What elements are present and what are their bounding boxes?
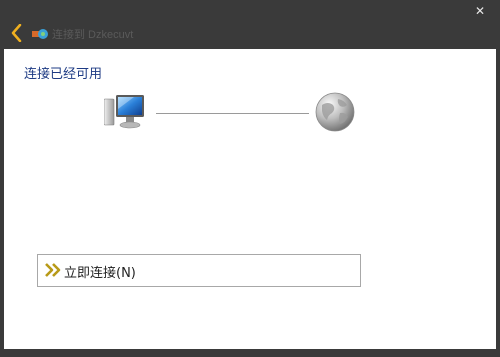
title-bar: 连接到 Dzkecuvt [0,22,500,46]
window-title: 连接到 Dzkecuvt [52,29,134,41]
bottom-bar [0,349,500,357]
connection-available-heading: 连接已经可用 [24,67,103,82]
back-button[interactable] [6,22,26,44]
connect-dialog-window: ✕ 连接到 Dzkecuvt 连接已经可用 立即连接(N) [0,0,500,357]
close-button[interactable]: ✕ [460,0,500,22]
connect-now-label: 立即连接(N) [64,266,136,281]
close-icon: ✕ [474,4,486,18]
double-chevron-icon [45,263,61,277]
network-icon [32,29,48,39]
dialog-content: 连接已经可用 立即连接(N) [4,49,496,349]
connect-now-button[interactable]: 立即连接(N) [37,254,361,287]
globe-icon [315,92,355,132]
back-arrow-icon [11,24,22,42]
connection-line [156,113,309,114]
computer-icon [104,95,144,129]
